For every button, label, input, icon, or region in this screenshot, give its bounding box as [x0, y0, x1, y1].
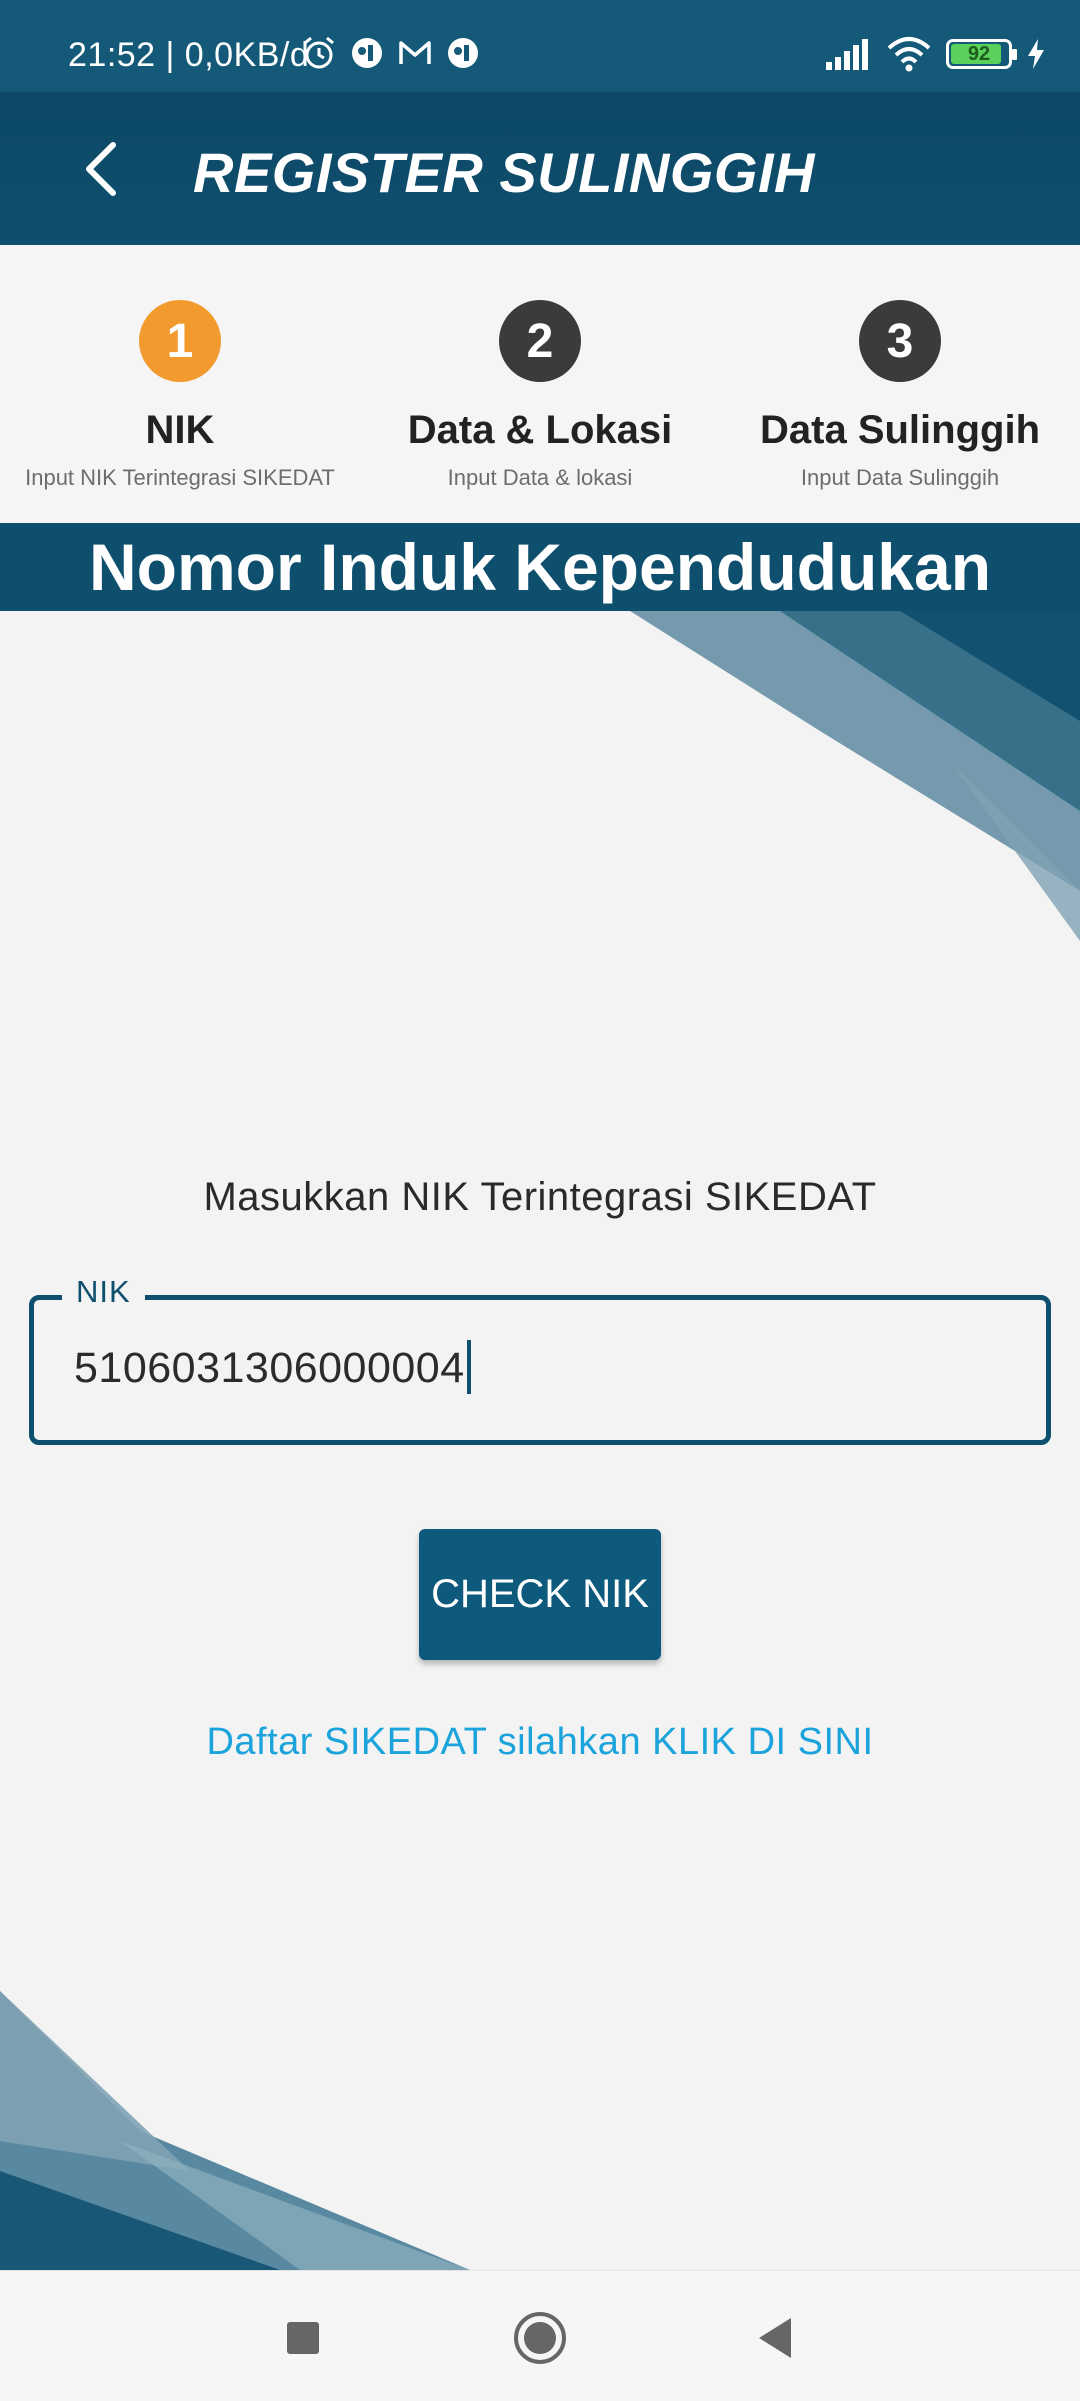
step-subtitle: Input Data & lokasi	[447, 465, 633, 490]
nik-field-label: NIK	[62, 1274, 145, 1310]
back-icon	[759, 2318, 791, 2358]
section-title: Nomor Induk Kependudukan	[0, 523, 1080, 611]
text-cursor	[466, 1339, 471, 1394]
main-content: Masukkan NIK Terintegrasi SIKEDAT NIK 51…	[0, 611, 1080, 2270]
home-button[interactable]	[505, 2303, 575, 2373]
recent-apps-icon	[287, 2322, 319, 2354]
signal-icon	[826, 39, 868, 70]
status-notification-icons	[300, 34, 482, 72]
step-nik: 1 NIK Input NIK Terintegrasi SIKEDAT	[0, 245, 360, 491]
home-icon	[514, 2312, 566, 2364]
system-nav-bar	[0, 2270, 1080, 2401]
status-system-icons: 92	[824, 36, 1046, 72]
stepper: 1 NIK Input NIK Terintegrasi SIKEDAT 2 D…	[0, 245, 1080, 523]
alarm-icon	[304, 36, 334, 69]
step-number-badge: 1	[139, 300, 221, 382]
step-title: Data & Lokasi	[407, 408, 673, 452]
page-title: REGISTER SULINGGIH	[193, 141, 815, 204]
status-time: 21:52 | 0,0KB/d	[68, 36, 310, 74]
step-data-sulinggih: 3 Data Sulinggih Input Data Sulinggih	[720, 245, 1080, 491]
app-notification-icon	[448, 38, 478, 68]
step-title: NIK	[145, 408, 215, 452]
app-bar: REGISTER SULINGGIH	[0, 92, 1080, 245]
gmail-icon	[399, 41, 431, 64]
app-notification-icon	[352, 38, 382, 68]
step-number-badge: 2	[499, 300, 581, 382]
status-bar: 21:52 | 0,0KB/d 92	[0, 0, 1080, 92]
step-subtitle: Input NIK Terintegrasi SIKEDAT	[25, 465, 335, 490]
back-button[interactable]	[56, 124, 146, 214]
charging-icon	[1028, 39, 1044, 69]
wifi-icon	[887, 37, 931, 72]
step-data-lokasi: 2 Data & Lokasi Input Data & lokasi	[360, 245, 720, 491]
check-nik-button[interactable]: CHECK NIK	[419, 1529, 661, 1660]
step-title: Data Sulinggih	[760, 408, 1040, 452]
back-arrow-icon	[86, 142, 116, 196]
battery-icon: 92	[946, 39, 1017, 69]
nik-input[interactable]: 5106031306000004	[74, 1339, 471, 1394]
step-number-badge: 3	[859, 300, 941, 382]
nik-field[interactable]: NIK 5106031306000004	[29, 1274, 1051, 1445]
nik-input-value: 5106031306000004	[74, 1344, 465, 1392]
nav-back-button[interactable]	[740, 2303, 810, 2373]
battery-level: 92	[967, 42, 991, 65]
nik-instruction: Masukkan NIK Terintegrasi SIKEDAT	[203, 1175, 877, 1219]
recent-apps-button[interactable]	[268, 2303, 338, 2373]
register-sikedat-link[interactable]: Daftar SIKEDAT silahkan KLIK DI SINI	[0, 1721, 1080, 1764]
step-subtitle: Input Data Sulinggih	[800, 465, 1000, 490]
